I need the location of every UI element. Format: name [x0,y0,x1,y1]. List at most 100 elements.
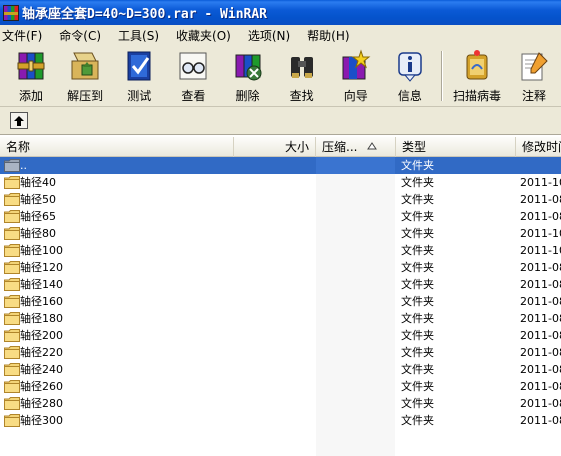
file-type: 文件夹 [401,295,434,308]
table-row[interactable]: 轴径220 文件夹 2011-08 [0,344,561,361]
file-name: 轴径180 [20,312,63,325]
file-modified: 2011-08 [520,312,561,325]
file-type: 文件夹 [401,244,434,257]
folder-icon [4,312,20,325]
table-row[interactable]: 轴径140 文件夹 2011-08 [0,276,561,293]
column-modified-label: 修改时间 [522,140,561,154]
extract-folder-icon [71,52,99,80]
extract-to-button[interactable]: 解压到 [58,45,112,105]
menu-commands[interactable]: 命令(C) [59,27,106,44]
table-row[interactable]: 轴径50 文件夹 2011-08 [0,191,561,208]
menu-tools[interactable]: 工具(S) [118,27,164,44]
folder-icon [4,193,20,206]
folder-icon [4,278,20,291]
wizard-icon [342,49,371,80]
file-type: 文件夹 [401,176,434,189]
table-row[interactable]: 轴径160 文件夹 2011-08 [0,293,561,310]
file-modified: 2011-10 [520,244,561,257]
scan-virus-button[interactable]: 扫描病毒 [447,45,507,105]
file-modified: 2011-08 [520,193,561,206]
test-check-icon [127,51,151,81]
title-bar[interactable]: 轴承座全套D=40~D=300.rar - WinRAR [0,0,561,25]
table-row[interactable]: 轴径180 文件夹 2011-08 [0,310,561,327]
file-name: 轴径220 [20,346,63,359]
extract-to-label: 解压到 [67,89,104,103]
file-list[interactable]: 名称 大小 压缩... 类型 修改时间 ..文件夹轴径40文件夹2011-10轴… [0,137,561,456]
table-row[interactable]: 轴径120 文件夹 2011-08 [0,259,561,276]
file-modified: 2011-08 [520,329,561,342]
table-row[interactable]: 轴径80 文件夹 2011-10 [0,225,561,242]
table-row[interactable]: 轴径300 文件夹 2011-08 [0,412,561,429]
file-name: 轴径100 [20,244,63,257]
comment-button[interactable]: 注释 [507,45,561,105]
binoculars-icon [290,57,313,78]
table-row[interactable]: 轴径280 文件夹 2011-08 [0,395,561,412]
column-header-modified[interactable]: 修改时间 [516,137,561,157]
toolbar: 添加 解压到 测试 查看 删除 查找 向导 信息 扫描病毒 注释 [0,45,561,107]
file-type: 文件夹 [401,159,434,172]
wizard-button[interactable]: 向导 [329,45,383,105]
table-row[interactable]: 轴径65 文件夹 2011-08 [0,208,561,225]
delete-label: 删除 [235,89,260,103]
menu-help[interactable]: 帮助(H) [307,27,354,44]
table-row[interactable]: 轴径200 文件夹 2011-08 [0,327,561,344]
menu-bar: 文件(F) 命令(C) 工具(S) 收藏夹(O) 选项(N) 帮助(H) [0,25,561,45]
toolbar-separator [441,51,443,101]
column-header-packed[interactable]: 压缩... [316,137,396,157]
file-type: 文件夹 [401,346,434,359]
column-packed-label: 压缩... [322,140,358,154]
add-button[interactable]: 添加 [4,45,58,105]
file-type: 文件夹 [401,193,434,206]
file-name: 轴径50 [20,193,56,206]
column-header-size[interactable]: 大小 [234,137,316,157]
table-row[interactable]: 轴径260 文件夹 2011-08 [0,378,561,395]
parent-folder-row[interactable]: .. 文件夹 [0,157,561,174]
file-type: 文件夹 [401,210,434,223]
scan-virus-label: 扫描病毒 [452,89,501,103]
file-modified: 2011-08 [520,295,561,308]
folder-icon [4,244,20,257]
file-modified: 2011-08 [520,363,561,376]
winrar-app-icon[interactable] [3,4,19,21]
menu-file[interactable]: 文件(F) [2,27,47,44]
menu-favorites[interactable]: 收藏夹(O) [176,27,236,44]
file-type: 文件夹 [401,227,434,240]
view-label: 查看 [181,89,206,103]
column-name-label: 名称 [6,140,31,154]
file-name: 轴径140 [20,278,63,291]
view-button[interactable]: 查看 [166,45,220,105]
find-button[interactable]: 查找 [275,45,329,105]
info-label: 信息 [397,89,422,103]
comment-label: 注释 [521,89,546,103]
file-type: 文件夹 [401,363,434,376]
virus-scan-icon [466,50,488,80]
file-name: 轴径200 [20,329,63,342]
table-row[interactable]: 轴径100 文件夹 2011-10 [0,242,561,259]
glasses-icon [179,52,207,80]
file-modified: 2011-08 [520,278,561,291]
file-name: 轴径120 [20,261,63,274]
column-header-name[interactable]: 名称 [0,137,234,157]
archive-books-icon [17,52,45,80]
file-name: 轴径280 [20,397,63,410]
column-header-type[interactable]: 类型 [396,137,516,157]
sort-arrow-icon [367,137,378,157]
file-type: 文件夹 [401,414,434,427]
test-button[interactable]: 测试 [112,45,166,105]
folder-icon [4,414,20,427]
column-type-label: 类型 [402,140,427,154]
up-folder-button[interactable] [10,112,28,129]
file-name: 轴径80 [20,227,56,240]
menu-options[interactable]: 选项(N) [248,27,295,44]
file-modified: 2011-08 [520,414,561,427]
file-name: .. [20,159,27,172]
delete-button[interactable]: 删除 [221,45,275,105]
file-name: 轴径300 [20,414,63,427]
table-row[interactable]: 轴径40 文件夹 2011-10 [0,174,561,191]
file-type: 文件夹 [401,278,434,291]
file-type: 文件夹 [401,329,434,342]
file-type: 文件夹 [401,312,434,325]
table-row[interactable]: 轴径240 文件夹 2011-08 [0,361,561,378]
file-modified: 2011-10 [520,176,561,189]
info-button[interactable]: 信息 [383,45,437,105]
